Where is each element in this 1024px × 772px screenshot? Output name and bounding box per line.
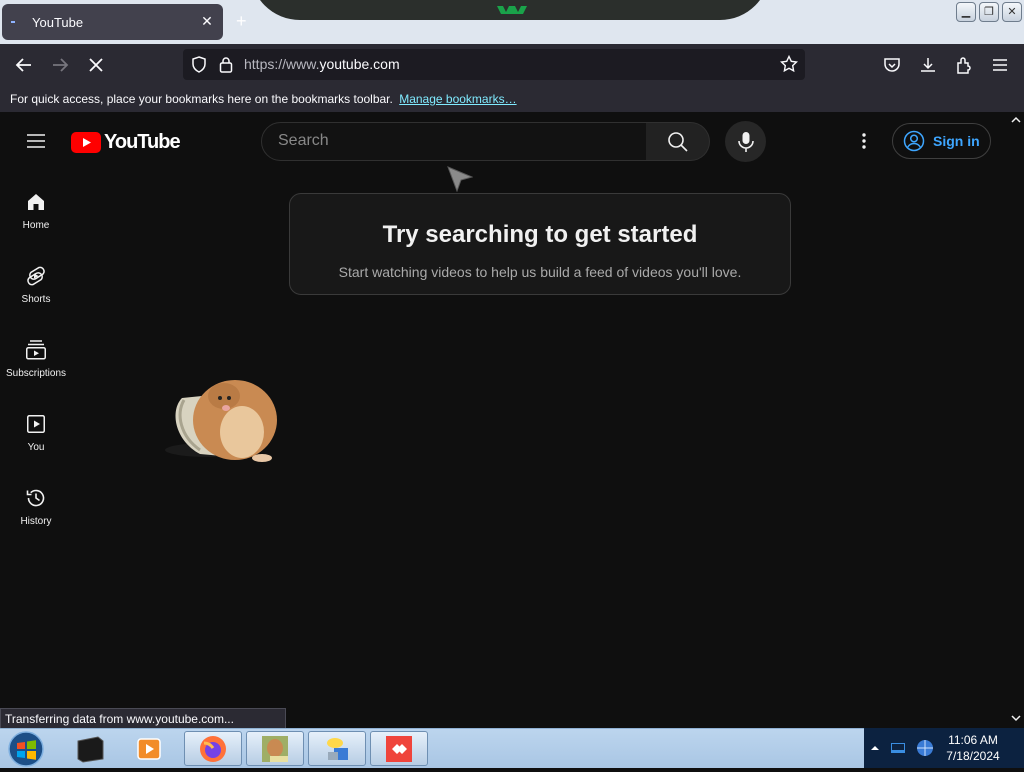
status-text: Transferring data from www.youtube.com..… bbox=[5, 712, 234, 726]
sidebar-item-label: History bbox=[20, 516, 52, 527]
sidebar-item-label: Shorts bbox=[21, 294, 51, 305]
sidebar-item-history[interactable]: History bbox=[0, 478, 72, 552]
search-input[interactable]: Search bbox=[261, 122, 647, 161]
history-icon bbox=[26, 489, 45, 507]
minimize-button[interactable]: ▁ bbox=[956, 2, 976, 22]
taskbar-firefox-button[interactable] bbox=[184, 731, 242, 766]
youtube-favicon-icon bbox=[11, 21, 15, 23]
taskbar-media-player-icon[interactable] bbox=[131, 732, 167, 765]
network-icon[interactable] bbox=[916, 739, 934, 757]
shorts-icon bbox=[27, 266, 45, 286]
action-center-icon[interactable] bbox=[890, 740, 906, 756]
sidebar-item-label: Subscriptions bbox=[5, 368, 67, 379]
microphone-icon bbox=[737, 131, 754, 152]
youtube-logo-text: YouTube bbox=[104, 130, 181, 153]
tab-close-icon[interactable]: ✕ bbox=[199, 13, 215, 29]
voice-search-button[interactable] bbox=[725, 121, 766, 162]
account-icon bbox=[903, 130, 925, 152]
you-icon bbox=[27, 415, 45, 433]
bookmarks-hint-text: For quick access, place your bookmarks h… bbox=[10, 92, 393, 106]
hamster-app-icon bbox=[262, 735, 288, 762]
forward-arrow-icon[interactable] bbox=[49, 54, 71, 76]
sidebar-item-label: Home bbox=[22, 220, 50, 231]
empty-state-subtitle: Start watching videos to help us build a… bbox=[338, 264, 742, 280]
clock-date: 7/18/2024 bbox=[946, 749, 1000, 763]
taskbar-terminal-icon[interactable] bbox=[72, 732, 108, 765]
app-menu-icon[interactable] bbox=[989, 54, 1011, 76]
start-button[interactable] bbox=[6, 731, 46, 767]
youtube-play-logo-icon bbox=[71, 131, 101, 153]
url-text[interactable]: https://www.youtube.com bbox=[244, 56, 400, 72]
show-hidden-icons-icon[interactable] bbox=[870, 743, 880, 753]
subscriptions-icon bbox=[26, 340, 46, 360]
search-icon bbox=[667, 131, 688, 152]
sidebar-item-shorts[interactable]: Shorts bbox=[0, 256, 72, 330]
stop-loading-icon[interactable] bbox=[85, 54, 107, 76]
taskbar-network-app-button[interactable] bbox=[308, 731, 366, 766]
windows-logo-icon bbox=[8, 731, 44, 767]
sidebar-item-you[interactable]: You bbox=[0, 404, 72, 478]
firefox-icon bbox=[200, 735, 226, 762]
empty-state-title: Try searching to get started bbox=[382, 221, 698, 248]
youtube-page: YouTube Search Sign in Home Shorts Subsc… bbox=[0, 112, 1024, 728]
url-bar[interactable]: https://www.youtube.com bbox=[183, 49, 805, 80]
sign-in-label: Sign in bbox=[933, 133, 980, 149]
extensions-icon[interactable] bbox=[953, 54, 975, 76]
status-panel: Transferring data from www.youtube.com..… bbox=[0, 708, 286, 729]
sidebar-item-subscriptions[interactable]: Subscriptions bbox=[0, 330, 72, 404]
decoration-graphic bbox=[497, 6, 527, 14]
clock-time: 11:06 AM bbox=[948, 733, 998, 747]
sign-in-button[interactable]: Sign in bbox=[892, 123, 991, 159]
tracking-shield-icon[interactable] bbox=[191, 56, 207, 76]
new-tab-icon[interactable]: + bbox=[236, 12, 254, 30]
anydesk-icon bbox=[386, 735, 412, 762]
lock-icon[interactable] bbox=[219, 56, 233, 76]
tab-strip: YouTube ✕ + ▁ ❐ ✕ bbox=[0, 0, 1024, 44]
tab-title: YouTube bbox=[32, 15, 84, 30]
scroll-up-icon[interactable] bbox=[1008, 112, 1024, 128]
scroll-down-icon[interactable] bbox=[1008, 710, 1024, 726]
empty-state-card: Try searching to get started Start watch… bbox=[289, 193, 791, 295]
hamster-sticker-image bbox=[165, 380, 277, 462]
youtube-logo[interactable]: YouTube bbox=[71, 129, 181, 155]
bookmark-star-icon[interactable] bbox=[779, 54, 799, 76]
taskbar-anydesk-button[interactable] bbox=[370, 731, 428, 766]
mouse-cursor-icon bbox=[447, 166, 473, 192]
home-icon bbox=[28, 194, 44, 210]
taskbar-hamster-app-button[interactable] bbox=[246, 731, 304, 766]
browser-tab-youtube[interactable]: YouTube ✕ bbox=[2, 4, 223, 40]
taskbar-clock[interactable]: 11:06 AM 7/18/2024 bbox=[940, 732, 1006, 764]
navigation-toolbar: https://www.youtube.com bbox=[0, 44, 1024, 86]
hamburger-menu-icon[interactable] bbox=[24, 129, 48, 153]
youtube-header: YouTube Search Sign in bbox=[0, 112, 1016, 170]
pocket-icon[interactable] bbox=[881, 54, 903, 76]
restore-button[interactable]: ❐ bbox=[979, 2, 999, 22]
network-app-icon bbox=[327, 737, 348, 760]
sidebar-item-home[interactable]: Home bbox=[0, 182, 72, 256]
settings-more-icon[interactable] bbox=[853, 129, 875, 153]
back-arrow-icon[interactable] bbox=[13, 54, 35, 76]
manage-bookmarks-link[interactable]: Manage bookmarks… bbox=[399, 92, 516, 106]
sidebar-item-label: You bbox=[27, 442, 45, 453]
search-placeholder: Search bbox=[278, 132, 329, 149]
downloads-icon[interactable] bbox=[917, 54, 939, 76]
bookmarks-toolbar: For quick access, place your bookmarks h… bbox=[0, 86, 1024, 112]
close-window-button[interactable]: ✕ bbox=[1002, 2, 1022, 22]
search-button[interactable] bbox=[646, 122, 710, 161]
